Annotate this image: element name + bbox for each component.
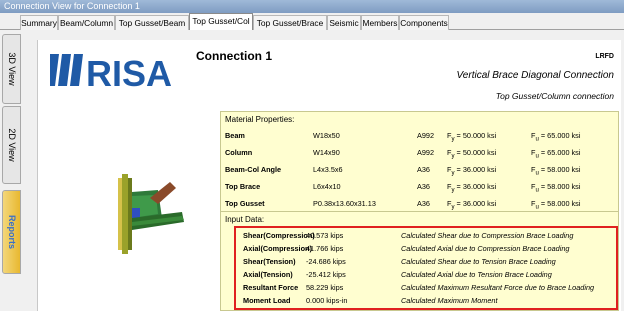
material-size: W18x50 xyxy=(313,131,340,140)
input-value: -24.686 kips xyxy=(306,257,346,266)
input-name: Axial(Tension) xyxy=(243,270,293,279)
material-fu: Fu = 58.000 ksi xyxy=(531,199,581,211)
logo-text: RISA xyxy=(86,53,172,90)
material-fy: Fy = 36.000 ksi xyxy=(447,182,497,194)
input-name: Axial(Compression) xyxy=(243,244,312,253)
material-size: W14x90 xyxy=(313,148,340,157)
tab-components[interactable]: Components xyxy=(399,15,449,30)
material-size: P0.38x13.60x31.13 xyxy=(313,199,376,208)
input-value: 0.000 kips-in xyxy=(306,296,348,305)
material-fy: Fy = 36.000 ksi xyxy=(447,165,497,177)
material-name: Top Brace xyxy=(225,182,261,191)
input-name: Shear(Compression) xyxy=(243,231,315,240)
input-value: 58.229 kips xyxy=(306,283,344,292)
input-name: Resultant Force xyxy=(243,283,299,292)
material-name: Beam-Col Angle xyxy=(225,165,282,174)
window-title: Connection View for Connection 1 xyxy=(0,0,624,13)
input-row: Resultant Force 58.229 kips Calculated M… xyxy=(236,282,620,295)
material-name: Beam xyxy=(225,131,245,140)
material-size: L6x4x10 xyxy=(313,182,341,191)
material-properties-heading: Material Properties: xyxy=(225,115,295,124)
material-fy: Fy = 50.000 ksi xyxy=(447,131,497,143)
input-row: Axial(Compression) 41.766 kips Calculate… xyxy=(236,243,620,256)
input-data-heading: Input Data: xyxy=(225,215,265,224)
input-value: 41.766 kips xyxy=(306,244,344,253)
material-size: L4x3.5x6 xyxy=(313,165,343,174)
material-properties-table: Material Properties: Beam W18x50 A992 Fy… xyxy=(220,111,619,212)
material-fu: Fu = 65.000 ksi xyxy=(531,148,581,160)
input-description: Calculated Maximum Resultant Force due t… xyxy=(401,283,595,292)
input-row: Shear(Compression) 40.573 kips Calculate… xyxy=(236,230,620,243)
material-grade: A36 xyxy=(417,199,430,208)
side-tab-bar: 3D View 2D View Reports xyxy=(0,30,22,311)
input-name: Moment Load xyxy=(243,296,291,305)
material-row: Column W14x90 A992 Fy = 50.000 ksi Fu = … xyxy=(221,145,620,161)
side-tab-3d-view[interactable]: 3D View xyxy=(2,34,21,104)
material-row: Top Brace L6x4x10 A36 Fy = 36.000 ksi Fu… xyxy=(221,179,620,195)
input-data-highlight: Shear(Compression) 40.573 kips Calculate… xyxy=(234,226,618,310)
input-row: Moment Load 0.000 kips-in Calculated Max… xyxy=(236,295,620,308)
material-row: Top Gusset P0.38x13.60x31.13 A36 Fy = 36… xyxy=(221,196,620,212)
tab-top-gusset-brace[interactable]: Top Gusset/Brace xyxy=(253,15,327,30)
tab-members[interactable]: Members xyxy=(361,15,399,30)
input-description: Calculated Axial due to Compression Brac… xyxy=(401,244,570,253)
report-subtitle: Vertical Brace Diagonal Connection xyxy=(456,70,615,81)
report-subtitle-connection: Top Gusset/Column connection xyxy=(495,91,614,101)
tab-beam-column[interactable]: Beam/Column xyxy=(58,15,115,30)
material-fu: Fu = 65.000 ksi xyxy=(531,131,581,143)
side-tab-reports[interactable]: Reports xyxy=(2,190,21,274)
material-grade: A36 xyxy=(417,165,430,174)
input-row: Shear(Tension) -24.686 kips Calculated S… xyxy=(236,256,620,269)
risa-logo-icon: RISA xyxy=(50,53,172,90)
input-description: Calculated Shear due to Compression Brac… xyxy=(401,231,574,240)
tab-seismic[interactable]: Seismic xyxy=(327,15,361,30)
side-tab-2d-view-label: 2D View xyxy=(6,128,17,162)
input-value: 40.573 kips xyxy=(306,231,344,240)
input-description: Calculated Shear due to Tension Brace Lo… xyxy=(401,257,556,266)
material-grade: A36 xyxy=(417,182,430,191)
input-value: -25.412 kips xyxy=(306,270,346,279)
side-tab-3d-view-label: 3D View xyxy=(6,52,17,86)
material-name: Top Gusset xyxy=(225,199,265,208)
tab-summary[interactable]: Summary xyxy=(20,15,58,30)
material-grade: A992 xyxy=(417,131,435,140)
connection-3d-model xyxy=(118,174,184,254)
input-row: Axial(Tension) -25.412 kips Calculated A… xyxy=(236,269,620,282)
tab-top-gusset-beam[interactable]: Top Gusset/Beam xyxy=(115,15,189,30)
report-title: Connection 1 xyxy=(196,49,273,63)
input-description: Calculated Maximum Moment xyxy=(401,296,498,305)
tab-top-gusset-col[interactable]: Top Gusset/Col xyxy=(189,13,253,30)
input-name: Shear(Tension) xyxy=(243,257,296,266)
material-row: Beam W18x50 A992 Fy = 50.000 ksi Fu = 65… xyxy=(221,128,620,144)
material-fu: Fu = 58.000 ksi xyxy=(531,165,581,177)
material-fy: Fy = 50.000 ksi xyxy=(447,148,497,160)
tab-bar: Summary Beam/Column Top Gusset/Beam Top … xyxy=(0,13,624,30)
material-name: Column xyxy=(225,148,253,157)
side-tab-reports-label: Reports xyxy=(6,214,17,250)
material-row: Beam-Col Angle L4x3.5x6 A36 Fy = 36.000 … xyxy=(221,162,620,178)
input-description: Calculated Axial due to Tension Brace Lo… xyxy=(401,270,552,279)
material-fu: Fu = 58.000 ksi xyxy=(531,182,581,194)
material-fy: Fy = 36.000 ksi xyxy=(447,199,497,211)
side-tab-2d-view[interactable]: 2D View xyxy=(2,106,21,184)
material-grade: A992 xyxy=(417,148,435,157)
design-code: LRFD xyxy=(595,53,614,60)
